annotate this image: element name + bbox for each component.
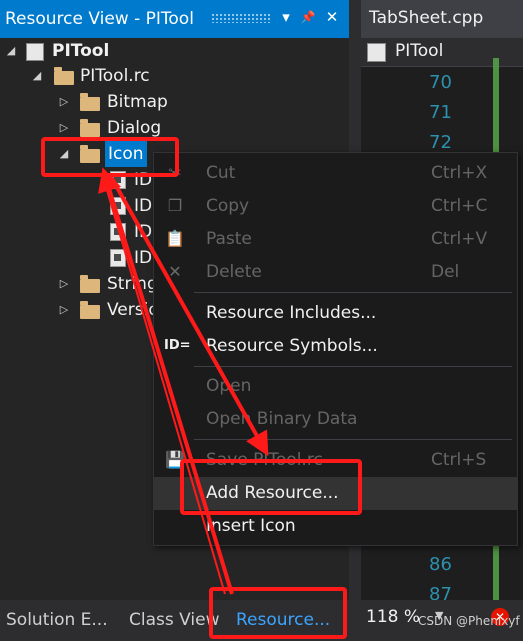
tree-root-label: PITool bbox=[52, 41, 110, 61]
menu-separator bbox=[194, 292, 512, 293]
line-number: 72 bbox=[429, 132, 452, 153]
menu-item-delete[interactable]: ✕ Delete Del bbox=[154, 256, 517, 289]
pin-icon[interactable]: 📌 bbox=[299, 10, 317, 30]
expand-arrow-icon[interactable]: ▷ bbox=[57, 271, 71, 297]
tree-folder-label: Bitmap bbox=[107, 92, 168, 112]
menu-item-label: Open bbox=[206, 376, 252, 396]
menu-item-open-binary-data[interactable]: Open Binary Data bbox=[154, 403, 517, 436]
copy-icon: ❐ bbox=[167, 196, 183, 215]
menu-item-label: Paste bbox=[206, 229, 252, 249]
editor-tab-title: TabSheet.cpp bbox=[369, 8, 484, 28]
resource-view-titlebar: Resource View - PITool ▾ 📌 ✕ bbox=[0, 0, 349, 38]
project-icon bbox=[26, 43, 44, 61]
menu-item-paste[interactable]: 📋 Paste Ctrl+V bbox=[154, 223, 517, 256]
zoom-level[interactable]: 118 % bbox=[366, 607, 420, 627]
menu-item-shortcut: Del bbox=[431, 262, 460, 282]
menu-item-shortcut: Ctrl+V bbox=[431, 229, 488, 249]
line-number: 70 bbox=[429, 72, 452, 93]
menu-item-label: Copy bbox=[206, 196, 250, 216]
expand-arrow-icon[interactable]: ▷ bbox=[57, 297, 71, 323]
menu-item-open[interactable]: Open bbox=[154, 370, 517, 403]
menu-item-label: Insert Icon bbox=[206, 516, 296, 536]
menu-separator bbox=[194, 366, 512, 367]
icon-resource-icon bbox=[110, 249, 126, 267]
id-icon: ID= bbox=[164, 338, 191, 353]
project-icon bbox=[367, 43, 386, 62]
editor-tab[interactable]: TabSheet.cpp bbox=[361, 0, 523, 38]
menu-separator bbox=[194, 439, 512, 440]
close-icon[interactable]: ✕ bbox=[323, 8, 341, 28]
folder-icon bbox=[80, 275, 100, 293]
tree-rc-label: PITool.rc bbox=[80, 66, 150, 86]
paste-icon: 📋 bbox=[165, 229, 185, 248]
annotation-box-resource-tab bbox=[209, 587, 347, 639]
menu-item-label: Resource Symbols... bbox=[206, 336, 378, 356]
folder-open-icon bbox=[54, 67, 74, 85]
expand-arrow-icon[interactable]: ▷ bbox=[57, 89, 71, 115]
menu-item-label: Delete bbox=[206, 262, 262, 282]
menu-item-label: Cut bbox=[206, 163, 236, 183]
menu-item-resource-symbols[interactable]: ID= Resource Symbols... bbox=[154, 330, 517, 363]
folder-icon bbox=[80, 93, 100, 111]
menu-item-cut[interactable]: ✂ Cut Ctrl+X bbox=[154, 157, 517, 190]
folder-icon bbox=[80, 119, 100, 137]
annotation-box-add-resource bbox=[180, 459, 362, 515]
navigation-project-label: PITool bbox=[395, 41, 444, 61]
menu-item-resource-includes[interactable]: Resource Includes... bbox=[154, 297, 517, 330]
line-number: 86 bbox=[429, 554, 452, 575]
icon-resource-icon bbox=[110, 223, 126, 241]
resource-view-title: Resource View - PITool bbox=[5, 9, 194, 29]
menu-item-label: Open Binary Data bbox=[206, 409, 358, 429]
menu-item-shortcut: Ctrl+X bbox=[431, 163, 488, 183]
tab-class-view[interactable]: Class View bbox=[129, 605, 219, 635]
line-number: 71 bbox=[429, 102, 452, 123]
titlebar-grip bbox=[211, 13, 271, 23]
delete-icon: ✕ bbox=[168, 262, 182, 281]
watermark: CSDN @Phenixyf bbox=[418, 614, 520, 628]
menu-item-label: Resource Includes... bbox=[206, 303, 377, 323]
menu-item-shortcut: Ctrl+S bbox=[431, 450, 487, 470]
menu-item-copy[interactable]: ❐ Copy Ctrl+C bbox=[154, 190, 517, 223]
folder-icon bbox=[80, 301, 100, 319]
menu-item-shortcut: Ctrl+C bbox=[431, 196, 488, 216]
panel-dropdown-icon[interactable]: ▾ bbox=[277, 8, 295, 28]
collapse-arrow-icon[interactable]: ◢ bbox=[30, 63, 44, 89]
annotation-box-icon-folder bbox=[41, 137, 179, 177]
collapse-arrow-icon[interactable]: ◢ bbox=[4, 38, 18, 64]
tab-solution-explorer[interactable]: Solution E... bbox=[6, 605, 108, 635]
icon-resource-icon bbox=[110, 197, 126, 215]
